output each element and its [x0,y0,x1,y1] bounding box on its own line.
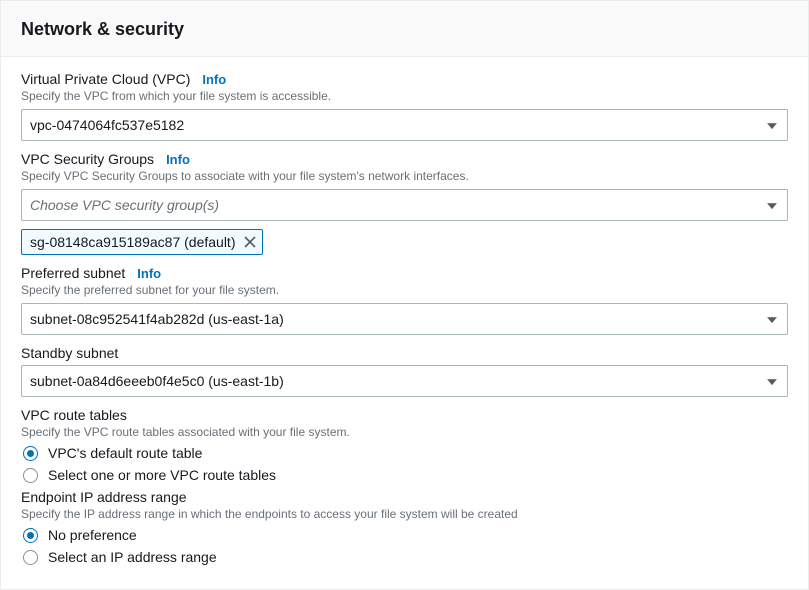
radio-icon [23,550,38,565]
route-tables-option-label: VPC's default route table [48,445,202,461]
security-groups-select[interactable]: Choose VPC security group(s) [21,189,788,221]
preferred-subnet-field: Preferred subnet Info Specify the prefer… [21,265,788,335]
standby-subnet-value: subnet-0a84d6eeeb0f4e5c0 (us-east-1b) [30,373,284,389]
route-tables-option-select[interactable]: Select one or more VPC route tables [23,467,788,483]
preferred-subnet-label: Preferred subnet [21,265,125,281]
route-tables-option-default[interactable]: VPC's default route table [23,445,788,461]
vpc-label: Virtual Private Cloud (VPC) [21,71,190,87]
endpoint-range-option-none[interactable]: No preference [23,527,788,543]
standby-subnet-select[interactable]: subnet-0a84d6eeeb0f4e5c0 (us-east-1b) [21,365,788,397]
route-tables-field: VPC route tables Specify the VPC route t… [21,407,788,483]
chevron-down-icon [767,309,777,327]
vpc-hint: Specify the VPC from which your file sys… [21,89,788,103]
panel-header: Network & security [1,1,808,57]
panel-title: Network & security [21,19,788,40]
security-groups-tokens: sg-08148ca915189ac87 (default) [21,229,788,255]
radio-icon [23,468,38,483]
vpc-field: Virtual Private Cloud (VPC) Info Specify… [21,71,788,141]
vpc-select-value: vpc-0474064fc537e5182 [30,117,184,133]
route-tables-option-label: Select one or more VPC route tables [48,467,276,483]
endpoint-range-field: Endpoint IP address range Specify the IP… [21,489,788,565]
security-groups-placeholder: Choose VPC security group(s) [30,197,219,213]
security-group-token-label: sg-08148ca915189ac87 (default) [30,234,236,250]
chevron-down-icon [767,371,777,389]
standby-subnet-label: Standby subnet [21,345,118,361]
preferred-subnet-select[interactable]: subnet-08c952541f4ab282d (us-east-1a) [21,303,788,335]
preferred-subnet-value: subnet-08c952541f4ab282d (us-east-1a) [30,311,284,327]
network-security-panel: Network & security Virtual Private Cloud… [0,0,809,590]
vpc-select[interactable]: vpc-0474064fc537e5182 [21,109,788,141]
security-group-token: sg-08148ca915189ac87 (default) [21,229,263,255]
radio-icon [23,446,38,461]
security-groups-field: VPC Security Groups Info Specify VPC Sec… [21,151,788,255]
preferred-subnet-info-link[interactable]: Info [137,266,161,281]
vpc-info-link[interactable]: Info [202,72,226,87]
route-tables-hint: Specify the VPC route tables associated … [21,425,788,439]
panel-body: Virtual Private Cloud (VPC) Info Specify… [1,57,808,589]
standby-subnet-field: Standby subnet subnet-0a84d6eeeb0f4e5c0 … [21,345,788,397]
route-tables-label: VPC route tables [21,407,127,423]
chevron-down-icon [767,195,777,213]
endpoint-range-option-label: No preference [48,527,137,543]
radio-icon [23,528,38,543]
endpoint-range-hint: Specify the IP address range in which th… [21,507,788,521]
chevron-down-icon [767,115,777,133]
security-groups-hint: Specify VPC Security Groups to associate… [21,169,788,183]
endpoint-range-label: Endpoint IP address range [21,489,187,505]
security-groups-info-link[interactable]: Info [166,152,190,167]
close-icon[interactable] [244,236,256,248]
preferred-subnet-hint: Specify the preferred subnet for your fi… [21,283,788,297]
endpoint-range-option-select[interactable]: Select an IP address range [23,549,788,565]
security-groups-label: VPC Security Groups [21,151,154,167]
endpoint-range-option-label: Select an IP address range [48,549,217,565]
